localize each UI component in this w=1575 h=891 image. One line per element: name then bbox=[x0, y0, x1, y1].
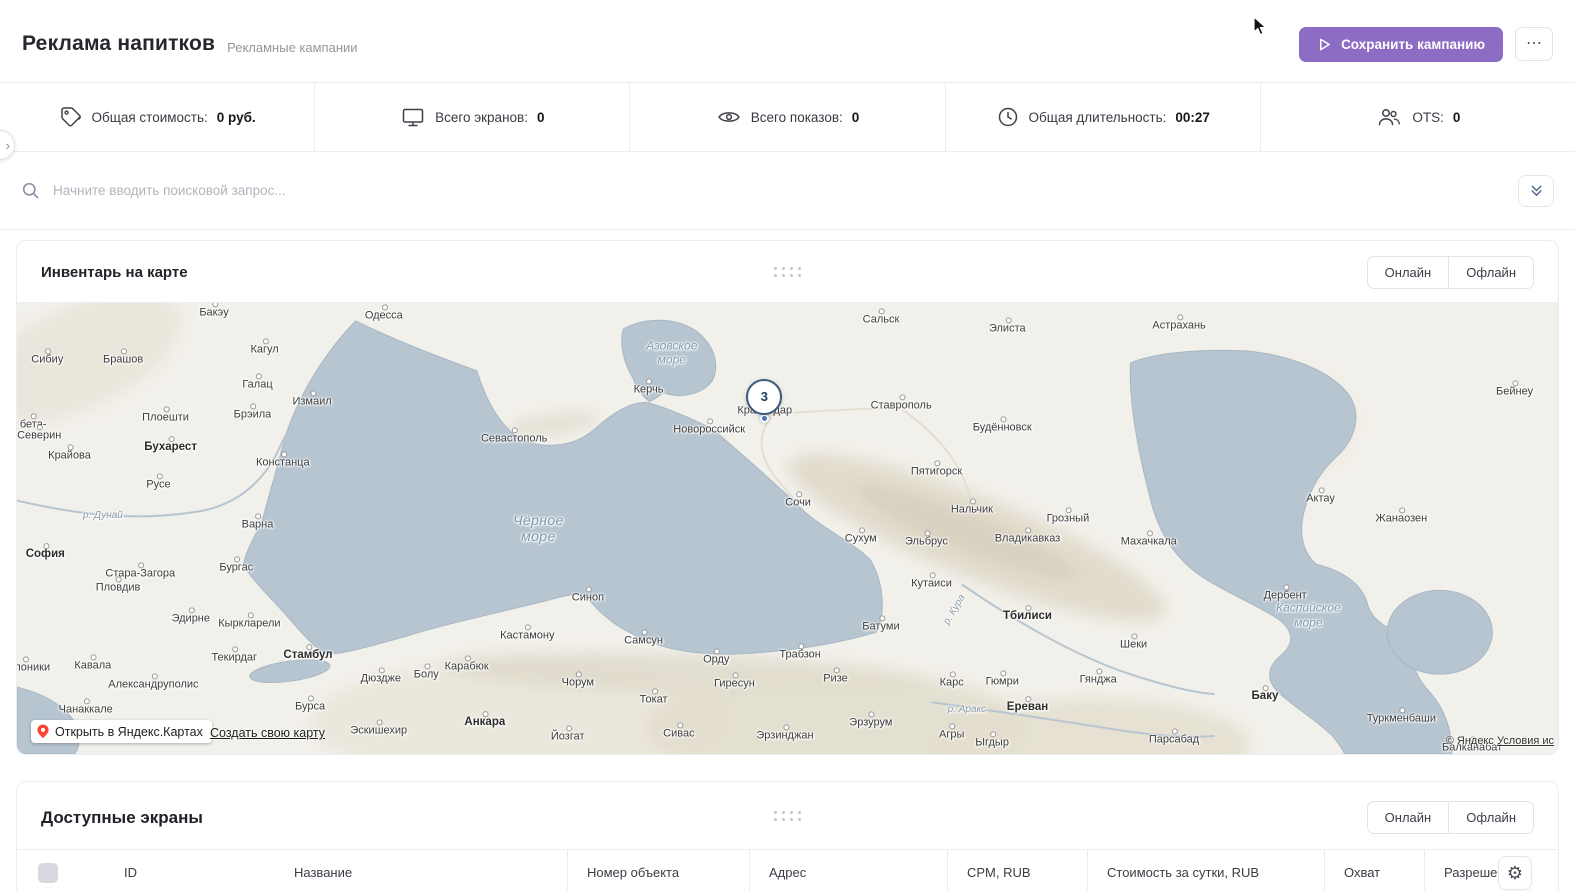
drag-handle-icon[interactable] bbox=[774, 267, 802, 277]
map-image bbox=[17, 303, 1558, 754]
play-icon bbox=[1317, 37, 1332, 52]
map-section-header: Инвентарь на карте Онлайн Офлайн bbox=[17, 241, 1558, 302]
column-header-daily-cost: Стоимость за сутки, RUB bbox=[1088, 850, 1325, 891]
column-header-id: ID bbox=[105, 850, 205, 891]
column-header-resolution: Разрешение bbox=[1425, 850, 1558, 891]
create-own-map-link[interactable]: Создать свою карту bbox=[210, 726, 325, 740]
stat-total-impressions: Всего показов: 0 bbox=[630, 83, 945, 151]
stat-label: Всего экранов: bbox=[435, 110, 528, 125]
stat-value: 0 руб. bbox=[217, 110, 256, 125]
page: › Реклама напитков Рекламные кампании Со… bbox=[0, 0, 1575, 891]
available-screens-section: Доступные экраны Онлайн Офлайн ID Назван… bbox=[16, 781, 1559, 891]
checkbox-column-header bbox=[17, 850, 105, 891]
column-header-name: Название bbox=[275, 850, 568, 891]
stat-value: 0 bbox=[1453, 110, 1461, 125]
search-bar bbox=[0, 152, 1575, 230]
drag-handle-icon[interactable] bbox=[774, 811, 802, 821]
eye-icon bbox=[716, 105, 742, 129]
select-all-checkbox[interactable] bbox=[38, 863, 58, 883]
column-header-object-number: Номер объекта bbox=[568, 850, 750, 891]
column-header-preview bbox=[205, 850, 275, 891]
page-header: Реклама напитков Рекламные кампании Сохр… bbox=[0, 0, 1575, 82]
map-online-button[interactable]: Онлайн bbox=[1367, 256, 1450, 289]
table-online-button[interactable]: Онлайн bbox=[1367, 801, 1450, 834]
open-in-yandex-maps-link[interactable]: Открыть в Яндекс.Картах bbox=[31, 720, 212, 743]
open-in-yandex-maps-label: Открыть в Яндекс.Картах bbox=[55, 725, 203, 739]
map-cluster-marker[interactable]: 3 bbox=[746, 379, 782, 415]
table-section-title: Доступные экраны bbox=[41, 808, 203, 828]
table-offline-button[interactable]: Офлайн bbox=[1448, 801, 1534, 834]
map-copyright-brand: © Яндекс bbox=[1446, 735, 1494, 747]
stat-value: 0 bbox=[852, 110, 860, 125]
map-section-title: Инвентарь на карте bbox=[41, 264, 188, 281]
table-online-offline-toggle: Онлайн Офлайн bbox=[1367, 801, 1534, 834]
clock-icon bbox=[996, 105, 1020, 129]
monitor-icon bbox=[400, 105, 426, 129]
chevron-double-down-icon bbox=[1529, 183, 1544, 198]
column-header-address: Адрес bbox=[750, 850, 948, 891]
more-options-button[interactable]: ⋯ bbox=[1515, 27, 1553, 61]
people-icon bbox=[1375, 105, 1403, 129]
price-tag-icon bbox=[59, 105, 83, 129]
page-title: Реклама напитков bbox=[22, 32, 215, 56]
stat-label: OTS: bbox=[1412, 110, 1444, 125]
map-offline-button[interactable]: Офлайн bbox=[1448, 256, 1534, 289]
map-section: Инвентарь на карте Онлайн Офлайн bbox=[16, 240, 1559, 755]
expand-filters-button[interactable] bbox=[1518, 175, 1554, 207]
stat-total-screens: Всего экранов: 0 bbox=[315, 83, 630, 151]
map-point-marker bbox=[760, 414, 769, 423]
map-terms-link[interactable]: Условия ис bbox=[1497, 735, 1554, 747]
column-header-reach: Охват bbox=[1325, 850, 1425, 891]
stat-ots: OTS: 0 bbox=[1261, 83, 1575, 151]
stat-label: Всего показов: bbox=[751, 110, 843, 125]
table-settings-button[interactable]: ⚙ bbox=[1498, 856, 1532, 890]
map-canvas[interactable]: БакэуОдессаСальскЭлистаАстраханьСибиуБра… bbox=[17, 302, 1558, 754]
map-copyright: © Яндекс Условия ис bbox=[1446, 735, 1554, 747]
search-input[interactable] bbox=[53, 183, 1505, 198]
search-icon bbox=[21, 181, 40, 200]
stat-value: 0 bbox=[537, 110, 545, 125]
column-header-cpm: CPM, RUB bbox=[948, 850, 1088, 891]
stat-total-cost: Общая стоимость: 0 руб. bbox=[0, 83, 315, 151]
yandex-pin-icon bbox=[37, 724, 49, 739]
breadcrumb: Рекламные кампании bbox=[227, 40, 357, 55]
save-campaign-button[interactable]: Сохранить кампанию bbox=[1299, 27, 1503, 62]
stat-total-duration: Общая длительность: 00:27 bbox=[946, 83, 1261, 151]
map-cluster-count: 3 bbox=[761, 389, 768, 404]
stats-bar: Общая стоимость: 0 руб. Всего экранов: 0… bbox=[0, 82, 1575, 152]
stat-label: Общая стоимость: bbox=[92, 110, 208, 125]
table-section-header: Доступные экраны Онлайн Офлайн bbox=[17, 782, 1558, 849]
save-campaign-label: Сохранить кампанию bbox=[1341, 37, 1485, 52]
stat-label: Общая длительность: bbox=[1029, 110, 1167, 125]
map-online-offline-toggle: Онлайн Офлайн bbox=[1367, 256, 1534, 289]
stat-value: 00:27 bbox=[1175, 110, 1210, 125]
table-header-row: ID Название Номер объекта Адрес CPM, RUB… bbox=[17, 849, 1558, 891]
